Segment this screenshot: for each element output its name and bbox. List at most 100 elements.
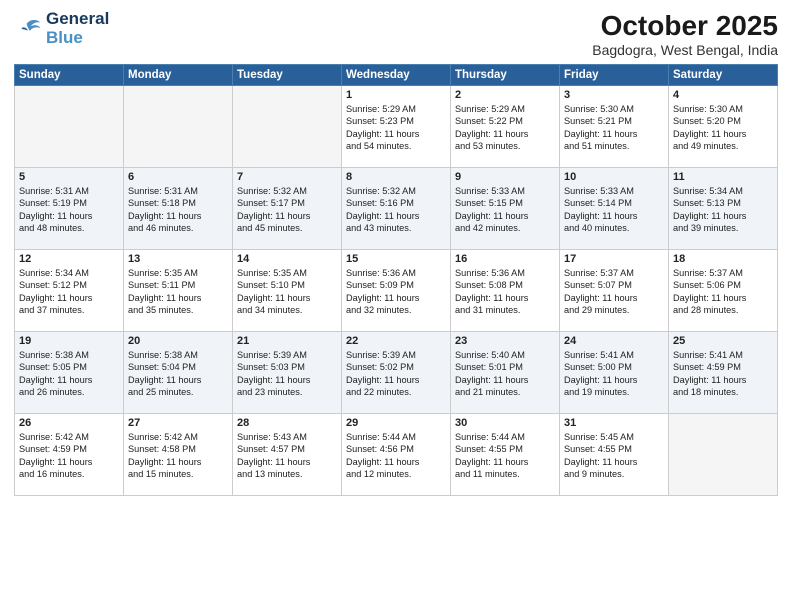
calendar-cell — [669, 414, 778, 496]
calendar-cell: 4 Sunrise: 5:30 AM Sunset: 5:20 PM Daylig… — [669, 86, 778, 168]
cell-info: Sunrise: 5:39 AM Sunset: 5:02 PM Dayligh… — [346, 349, 446, 399]
weekday-header: Sunday — [15, 65, 124, 86]
weekday-header: Friday — [560, 65, 669, 86]
cell-info: Sunrise: 5:42 AM Sunset: 4:58 PM Dayligh… — [128, 431, 228, 481]
calendar-cell — [124, 86, 233, 168]
cell-info: Sunrise: 5:29 AM Sunset: 5:22 PM Dayligh… — [455, 103, 555, 153]
cell-info: Sunrise: 5:36 AM Sunset: 5:09 PM Dayligh… — [346, 267, 446, 317]
calendar-cell: 26Sunrise: 5:42 AM Sunset: 4:59 PM Dayli… — [15, 414, 124, 496]
calendar-cell: 3 Sunrise: 5:30 AM Sunset: 5:21 PM Daylig… — [560, 86, 669, 168]
cell-info: Sunrise: 5:37 AM Sunset: 5:06 PM Dayligh… — [673, 267, 773, 317]
calendar-week-row: 1 Sunrise: 5:29 AM Sunset: 5:23 PM Daylig… — [15, 86, 778, 168]
calendar-cell: 1 Sunrise: 5:29 AM Sunset: 5:23 PM Daylig… — [342, 86, 451, 168]
calendar-week-row: 5 Sunrise: 5:31 AM Sunset: 5:19 PM Daylig… — [15, 168, 778, 250]
calendar-cell: 31 Sunrise: 5:45 AM Sunset: 4:55 PM Dayli… — [560, 414, 669, 496]
calendar-cell: 8 Sunrise: 5:32 AM Sunset: 5:16 PM Daylig… — [342, 168, 451, 250]
page-container: General Blue October 2025 Bagdogra, West… — [0, 0, 792, 612]
calendar-cell: 14 Sunrise: 5:35 AM Sunset: 5:10 PM Dayli… — [233, 250, 342, 332]
cell-info: Sunrise: 5:30 AM Sunset: 5:20 PM Dayligh… — [673, 103, 773, 153]
day-number: 15 — [346, 253, 446, 265]
weekday-header: Wednesday — [342, 65, 451, 86]
calendar-cell: 20Sunrise: 5:38 AM Sunset: 5:04 PM Dayli… — [124, 332, 233, 414]
header: General Blue October 2025 Bagdogra, West… — [14, 10, 778, 58]
day-number: 5 — [19, 171, 119, 183]
cell-info: Sunrise: 5:44 AM Sunset: 4:56 PM Dayligh… — [346, 431, 446, 481]
day-number: 2 — [455, 89, 555, 101]
logo: General Blue — [14, 10, 109, 47]
calendar-cell: 6Sunrise: 5:31 AM Sunset: 5:18 PM Daylig… — [124, 168, 233, 250]
location: Bagdogra, West Bengal, India — [592, 42, 778, 58]
day-number: 30 — [455, 417, 555, 429]
day-number: 10 — [564, 171, 664, 183]
calendar-table: SundayMondayTuesdayWednesdayThursdayFrid… — [14, 64, 778, 496]
cell-info: Sunrise: 5:37 AM Sunset: 5:07 PM Dayligh… — [564, 267, 664, 317]
calendar-cell: 2 Sunrise: 5:29 AM Sunset: 5:22 PM Daylig… — [451, 86, 560, 168]
weekday-header: Thursday — [451, 65, 560, 86]
weekday-header: Saturday — [669, 65, 778, 86]
calendar-cell: 23Sunrise: 5:40 AM Sunset: 5:01 PM Dayli… — [451, 332, 560, 414]
day-number: 20 — [128, 335, 228, 347]
calendar-week-row: 12 Sunrise: 5:34 AM Sunset: 5:12 PM Dayli… — [15, 250, 778, 332]
title-block: October 2025 Bagdogra, West Bengal, Indi… — [592, 10, 778, 58]
month-title: October 2025 — [592, 10, 778, 42]
cell-info: Sunrise: 5:43 AM Sunset: 4:57 PM Dayligh… — [237, 431, 337, 481]
calendar-cell: 9 Sunrise: 5:33 AM Sunset: 5:15 PM Daylig… — [451, 168, 560, 250]
day-number: 4 — [673, 89, 773, 101]
calendar-cell: 27 Sunrise: 5:42 AM Sunset: 4:58 PM Dayli… — [124, 414, 233, 496]
day-number: 14 — [237, 253, 337, 265]
cell-info: Sunrise: 5:31 AM Sunset: 5:18 PM Dayligh… — [128, 185, 228, 235]
day-number: 1 — [346, 89, 446, 101]
calendar-cell: 10Sunrise: 5:33 AM Sunset: 5:14 PM Dayli… — [560, 168, 669, 250]
day-number: 24 — [564, 335, 664, 347]
cell-info: Sunrise: 5:32 AM Sunset: 5:17 PM Dayligh… — [237, 185, 337, 235]
day-number: 8 — [346, 171, 446, 183]
day-number: 12 — [19, 253, 119, 265]
logo-text: General Blue — [46, 10, 109, 47]
cell-info: Sunrise: 5:44 AM Sunset: 4:55 PM Dayligh… — [455, 431, 555, 481]
day-number: 29 — [346, 417, 446, 429]
calendar-cell: 17 Sunrise: 5:37 AM Sunset: 5:07 PM Dayli… — [560, 250, 669, 332]
calendar-cell: 28 Sunrise: 5:43 AM Sunset: 4:57 PM Dayli… — [233, 414, 342, 496]
calendar-cell: 18 Sunrise: 5:37 AM Sunset: 5:06 PM Dayli… — [669, 250, 778, 332]
day-number: 25 — [673, 335, 773, 347]
day-number: 21 — [237, 335, 337, 347]
cell-info: Sunrise: 5:36 AM Sunset: 5:08 PM Dayligh… — [455, 267, 555, 317]
cell-info: Sunrise: 5:31 AM Sunset: 5:19 PM Dayligh… — [19, 185, 119, 235]
day-number: 9 — [455, 171, 555, 183]
weekday-header-row: SundayMondayTuesdayWednesdayThursdayFrid… — [15, 65, 778, 86]
day-number: 19 — [19, 335, 119, 347]
day-number: 27 — [128, 417, 228, 429]
calendar-cell — [233, 86, 342, 168]
cell-info: Sunrise: 5:30 AM Sunset: 5:21 PM Dayligh… — [564, 103, 664, 153]
calendar-cell: 15 Sunrise: 5:36 AM Sunset: 5:09 PM Dayli… — [342, 250, 451, 332]
day-number: 18 — [673, 253, 773, 265]
cell-info: Sunrise: 5:33 AM Sunset: 5:15 PM Dayligh… — [455, 185, 555, 235]
day-number: 26 — [19, 417, 119, 429]
calendar-cell: 24Sunrise: 5:41 AM Sunset: 5:00 PM Dayli… — [560, 332, 669, 414]
day-number: 28 — [237, 417, 337, 429]
calendar-cell: 21 Sunrise: 5:39 AM Sunset: 5:03 PM Dayli… — [233, 332, 342, 414]
day-number: 13 — [128, 253, 228, 265]
day-number: 23 — [455, 335, 555, 347]
day-number: 7 — [237, 171, 337, 183]
calendar-cell — [15, 86, 124, 168]
cell-info: Sunrise: 5:34 AM Sunset: 5:13 PM Dayligh… — [673, 185, 773, 235]
cell-info: Sunrise: 5:39 AM Sunset: 5:03 PM Dayligh… — [237, 349, 337, 399]
cell-info: Sunrise: 5:45 AM Sunset: 4:55 PM Dayligh… — [564, 431, 664, 481]
day-number: 3 — [564, 89, 664, 101]
cell-info: Sunrise: 5:35 AM Sunset: 5:10 PM Dayligh… — [237, 267, 337, 317]
day-number: 17 — [564, 253, 664, 265]
cell-info: Sunrise: 5:29 AM Sunset: 5:23 PM Dayligh… — [346, 103, 446, 153]
cell-info: Sunrise: 5:38 AM Sunset: 5:05 PM Dayligh… — [19, 349, 119, 399]
logo-icon — [14, 15, 42, 43]
cell-info: Sunrise: 5:34 AM Sunset: 5:12 PM Dayligh… — [19, 267, 119, 317]
day-number: 22 — [346, 335, 446, 347]
calendar-cell: 5 Sunrise: 5:31 AM Sunset: 5:19 PM Daylig… — [15, 168, 124, 250]
cell-info: Sunrise: 5:32 AM Sunset: 5:16 PM Dayligh… — [346, 185, 446, 235]
day-number: 31 — [564, 417, 664, 429]
cell-info: Sunrise: 5:41 AM Sunset: 4:59 PM Dayligh… — [673, 349, 773, 399]
calendar-week-row: 26Sunrise: 5:42 AM Sunset: 4:59 PM Dayli… — [15, 414, 778, 496]
calendar-cell: 16Sunrise: 5:36 AM Sunset: 5:08 PM Dayli… — [451, 250, 560, 332]
calendar-cell: 29 Sunrise: 5:44 AM Sunset: 4:56 PM Dayli… — [342, 414, 451, 496]
calendar-week-row: 19 Sunrise: 5:38 AM Sunset: 5:05 PM Dayli… — [15, 332, 778, 414]
